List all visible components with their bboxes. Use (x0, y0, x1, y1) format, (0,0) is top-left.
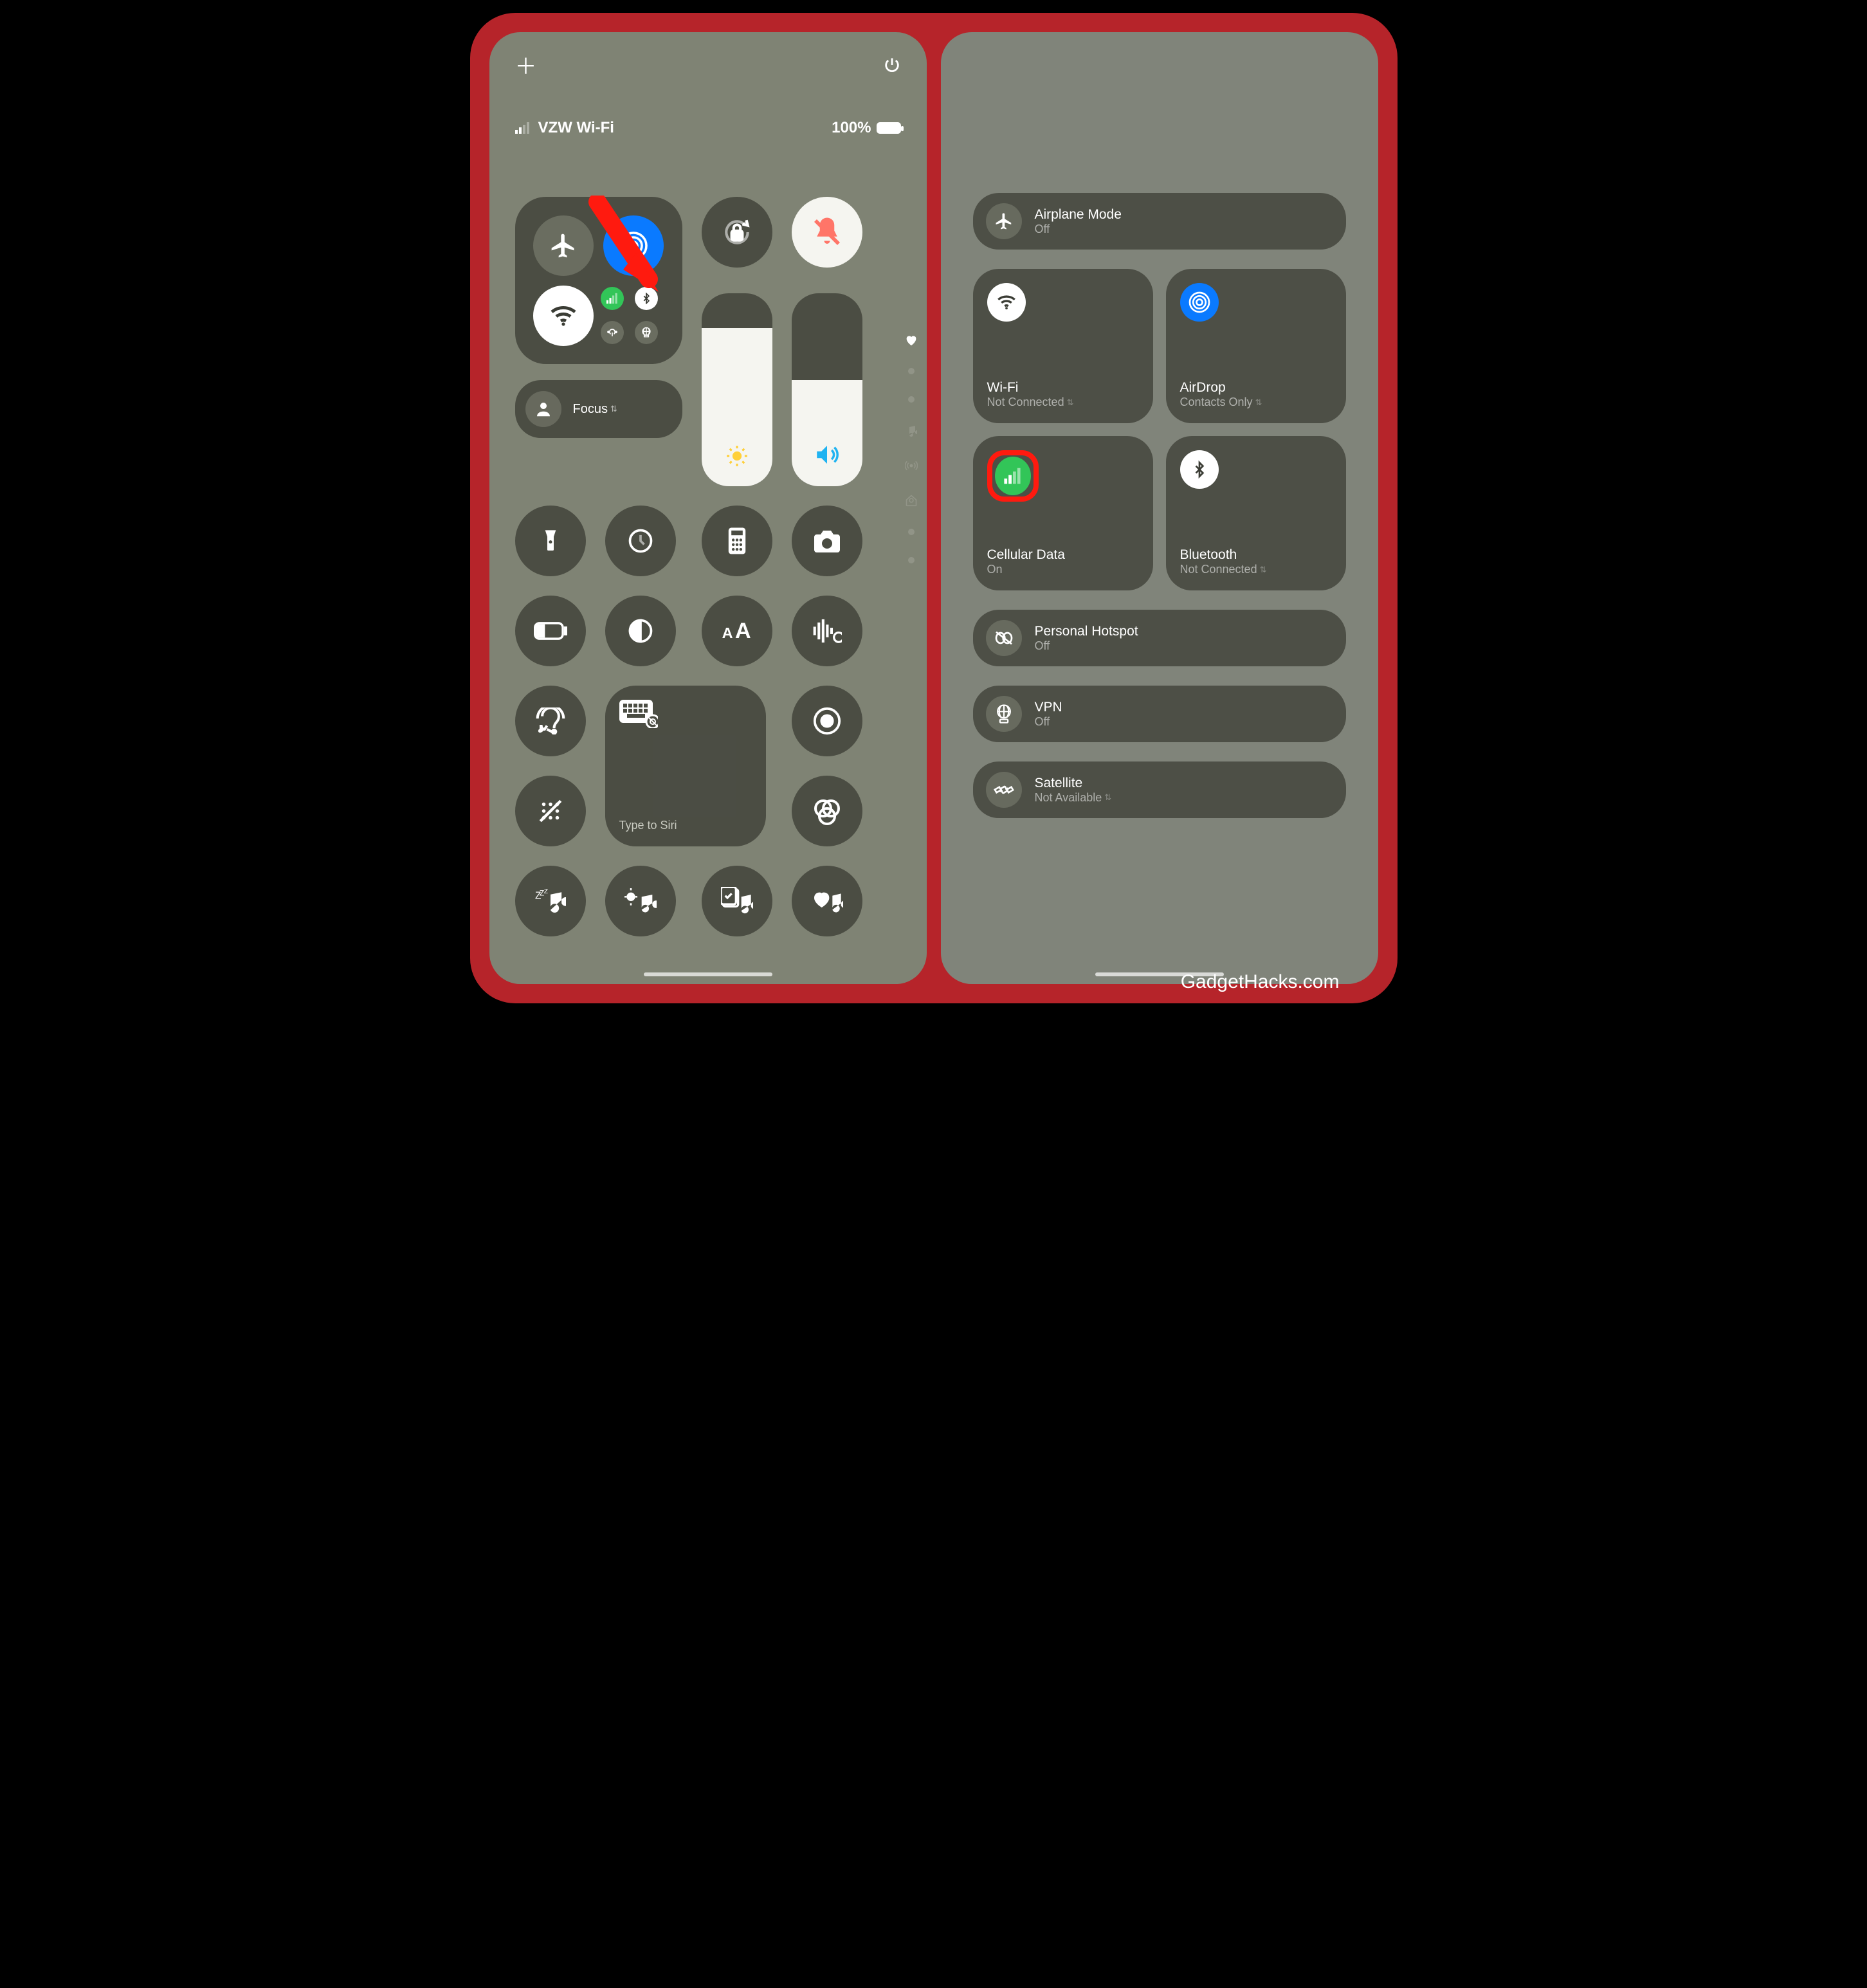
bluetooth-title: Bluetooth (1180, 547, 1332, 563)
connectivity-card[interactable] (515, 197, 682, 364)
sound-recognition-button[interactable]: ♪ (515, 686, 586, 756)
wifi-sub: Not Connected (987, 396, 1064, 409)
airplane-mode-row[interactable]: Airplane Mode Off (973, 193, 1346, 250)
home-icon (905, 494, 918, 507)
airplane-title: Airplane Mode (1035, 207, 1122, 223)
tutorial-frame: ＋ VZW Wi-Fi 100% (470, 13, 1398, 1003)
airdrop-title: AirDrop (1180, 380, 1332, 396)
rotation-lock-toggle[interactable] (702, 197, 772, 268)
text-size-button[interactable]: AA (702, 596, 772, 666)
hotspot-toggle[interactable] (601, 321, 624, 344)
vpn-toggle[interactable] (635, 321, 658, 344)
chevron-up-down-icon: ⇅ (1067, 397, 1074, 408)
carrier-label: VZW Wi-Fi (538, 119, 614, 137)
status-bar: VZW Wi-Fi 100% (489, 80, 927, 137)
vpn-title: VPN (1035, 700, 1062, 715)
hotspot-sub: Off (1035, 639, 1138, 653)
hotspot-title: Personal Hotspot (1035, 624, 1138, 639)
wifi-tile[interactable]: Wi-Fi Not Connected⇅ (973, 269, 1153, 423)
focus-card[interactable]: Focus⇅ (515, 380, 682, 438)
chevron-up-down-icon: ⇅ (1260, 565, 1267, 575)
vpn-icon (986, 696, 1022, 732)
airplane-sub: Off (1035, 223, 1122, 236)
bluetooth-sub: Not Connected (1180, 563, 1257, 576)
airdrop-toggle[interactable] (603, 215, 664, 276)
airplane-icon (986, 203, 1022, 239)
wifi-toggle[interactable] (533, 286, 594, 346)
vpn-sub: Off (1035, 715, 1062, 729)
airdrop-tile[interactable]: AirDrop Contacts Only⇅ (1166, 269, 1346, 423)
music-note-icon (906, 424, 917, 437)
cellular-title: Cellular Data (987, 547, 1139, 563)
vpn-row[interactable]: VPN Off (973, 686, 1346, 742)
flashlight-button[interactable] (515, 506, 586, 576)
bluetooth-icon (1180, 450, 1219, 489)
broadcast-icon (905, 459, 918, 472)
keyboard-icon (619, 700, 658, 728)
svg-text:A: A (734, 619, 751, 643)
volume-slider[interactable] (792, 293, 862, 486)
nearby-interactions-button[interactable] (515, 776, 586, 846)
chevron-up-down-icon: ⇅ (610, 404, 617, 414)
wifi-title: Wi-Fi (987, 380, 1139, 396)
siri-card[interactable]: Type to Siri (605, 686, 766, 846)
focus-label: Focus (573, 402, 608, 417)
speaker-icon (814, 441, 841, 468)
cellular-signal-icon (515, 122, 533, 134)
airdrop-sub: Contacts Only (1180, 396, 1253, 409)
svg-text:A: A (722, 625, 733, 641)
add-control-button[interactable]: ＋ (515, 49, 537, 80)
battery-percent: 100% (832, 119, 871, 137)
bluetooth-toggle[interactable] (635, 287, 658, 310)
chevron-up-down-icon: ⇅ (1104, 792, 1111, 803)
dark-mode-button[interactable] (605, 596, 676, 666)
bluetooth-tile[interactable]: Bluetooth Not Connected⇅ (1166, 436, 1346, 590)
camera-button[interactable] (792, 506, 862, 576)
siri-label: Type to Siri (619, 819, 752, 832)
cellular-data-toggle[interactable] (601, 287, 624, 310)
background-sounds-button[interactable] (605, 866, 676, 936)
heart-icon (905, 334, 918, 346)
satellite-icon (986, 772, 1022, 808)
airplane-mode-toggle[interactable] (533, 215, 594, 276)
hotspot-icon (986, 620, 1022, 656)
cellular-tile[interactable]: Cellular Data On (973, 436, 1153, 590)
satellite-row[interactable]: Satellite Not Available⇅ (973, 761, 1346, 818)
chevron-up-down-icon: ⇅ (1255, 397, 1262, 408)
airdrop-icon (1180, 283, 1219, 322)
silent-mode-toggle[interactable] (792, 197, 862, 268)
page-indicators[interactable] (905, 334, 918, 563)
calculator-button[interactable] (702, 506, 772, 576)
screen-record-button[interactable] (792, 686, 862, 756)
hotspot-row[interactable]: Personal Hotspot Off (973, 610, 1346, 666)
sun-icon (725, 444, 749, 468)
watermark: GadgetHacks.com (1181, 971, 1340, 993)
svg-text:Z: Z (543, 888, 547, 895)
satellite-sub: Not Available (1035, 791, 1102, 805)
wifi-icon (987, 283, 1026, 322)
reminders-music-button[interactable] (702, 866, 772, 936)
brightness-slider[interactable] (702, 293, 772, 486)
home-indicator[interactable] (644, 972, 772, 976)
battery-icon (877, 122, 901, 134)
music-recognition-button[interactable] (792, 596, 862, 666)
screen-connectivity-expanded: Airplane Mode Off Wi-Fi Not Connected⇅ A… (941, 32, 1378, 984)
color-filters-button[interactable] (792, 776, 862, 846)
satellite-title: Satellite (1035, 776, 1112, 791)
favorite-music-button[interactable] (792, 866, 862, 936)
sleep-sounds-button[interactable]: ZZZ (515, 866, 586, 936)
svg-text:♪: ♪ (538, 724, 543, 734)
cellular-icon (995, 457, 1031, 495)
screen-control-center: ＋ VZW Wi-Fi 100% (489, 32, 927, 984)
timer-button[interactable] (605, 506, 676, 576)
low-power-button[interactable] (515, 596, 586, 666)
cellular-sub: On (987, 563, 1139, 576)
power-button[interactable] (883, 56, 901, 74)
annotation-highlight (987, 450, 1039, 502)
person-icon (525, 391, 561, 427)
